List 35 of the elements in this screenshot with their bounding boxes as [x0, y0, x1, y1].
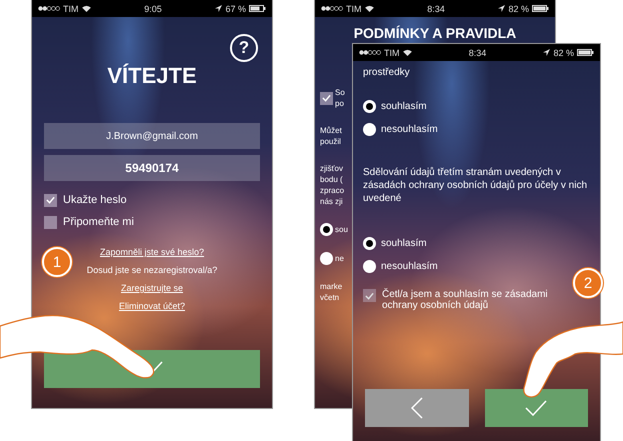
clock-text: 8:34	[468, 48, 486, 58]
checkbox-label: Ukažte heslo	[63, 194, 127, 206]
screen-title: VÍTEJTE	[106, 63, 198, 89]
carrier-text: TIM	[346, 4, 362, 14]
carrier-text: TIM	[63, 4, 78, 14]
radio-label: nesouhlasím	[381, 124, 438, 135]
info-text: Dosud jste se nezaregistroval/a?	[86, 265, 218, 275]
body-text: Sdělování údajů třetím stranám uvedených v zásadách ochrany osobních údajů pro účely v nich uvedené	[363, 166, 588, 205]
link[interactable]: Zaregistrujte se	[120, 283, 184, 293]
radio-label: souhlasím	[381, 101, 427, 112]
battery-text: 67 %	[225, 4, 246, 14]
carrier-text: TIM	[384, 48, 400, 58]
checkbox-label: Připomeňte mi	[63, 216, 134, 228]
text-fragment: marke včetn	[320, 281, 342, 303]
help-button[interactable]: ?	[230, 34, 258, 62]
text-fragment: sou	[335, 224, 348, 235]
battery-text: 82 %	[508, 4, 529, 14]
input-field[interactable]: 59490174	[44, 155, 260, 181]
step-badge: 1	[42, 247, 72, 277]
radio-label: souhlasím	[381, 238, 427, 249]
body-text: prostředky	[363, 67, 411, 78]
screen-title: PODMÍNKY A PRAVIDLA	[352, 25, 518, 41]
text-fragment: ne	[335, 253, 344, 264]
radio-label: nesouhlasím	[381, 261, 438, 272]
clock-text: 9:05	[144, 4, 162, 14]
text-fragment: Můžet použil	[320, 125, 342, 147]
link[interactable]: Zapomněli jste své heslo?	[100, 247, 204, 257]
clock-text: 8:34	[427, 4, 445, 14]
input-field[interactable]: J.Brown@gmail.com	[44, 123, 260, 149]
text-fragment: So po	[335, 87, 345, 109]
battery-text: 82 %	[553, 48, 574, 58]
checkbox-label: Četl/a jsem a souhlasím se zásadami ochrany osobních údajů	[382, 289, 549, 311]
text-fragment: zjišťov bodu ( zpraco nás zji	[320, 163, 344, 207]
link[interactable]: Eliminovat účet?	[118, 301, 186, 311]
step-badge: 2	[573, 268, 603, 298]
